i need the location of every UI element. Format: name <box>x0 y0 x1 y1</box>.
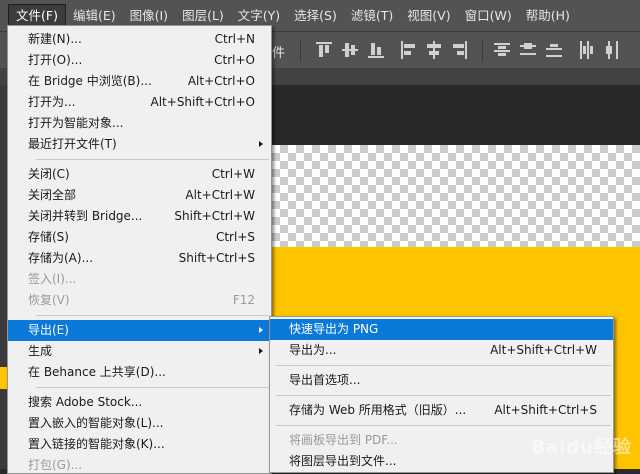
menu-file[interactable]: 文件(F) <box>8 3 66 28</box>
menu-divider <box>36 315 269 316</box>
menu-item-label: 打开(O)... <box>28 53 83 67</box>
menu-item-package: 打包(G)... <box>8 455 271 473</box>
menu-item-search-adobe-stock[interactable]: 搜索 Adobe Stock... <box>8 392 271 413</box>
menu-item-shortcut: Alt+Shift+Ctrl+O <box>150 95 255 109</box>
menu-item-label: 最近打开文件(T) <box>28 137 117 151</box>
distribute-vertical-centers-icon[interactable] <box>520 41 536 59</box>
menu-item-label: 存储为 Web 所用格式（旧版）... <box>289 403 467 417</box>
menu-item-label: 打开为... <box>28 95 76 109</box>
menu-edit[interactable]: 编辑(E) <box>66 5 123 27</box>
distribute-bottom-icon[interactable] <box>546 41 562 59</box>
menu-item-open-as-smart-object[interactable]: 打开为智能对象... <box>8 113 271 134</box>
menu-item-shortcut: Ctrl+N <box>214 32 255 46</box>
options-separator <box>300 40 301 62</box>
menu-item-label: 在 Behance 上共享(D)... <box>28 365 166 379</box>
menu-item-recent-files[interactable]: 最近打开文件(T) <box>8 134 271 155</box>
align-left-edges-icon[interactable] <box>400 41 416 59</box>
menu-item-label: 存储为(A)... <box>28 251 94 265</box>
menu-window[interactable]: 窗口(W) <box>458 5 519 27</box>
menu-item-label: 打开为智能对象... <box>28 116 124 130</box>
menu-item-label: 置入链接的智能对象(K)... <box>28 437 165 451</box>
options-bar-label: 件 <box>272 46 286 61</box>
menu-divider <box>276 425 611 426</box>
watermark: Baidu经验 <box>531 437 632 458</box>
submenu-arrow-icon <box>259 327 263 333</box>
menu-item-label: 导出首选项... <box>289 373 361 387</box>
menu-item-label: 将画板导出到 PDF... <box>289 433 398 447</box>
menu-item-export-as[interactable]: 导出为... Alt+Shift+Ctrl+W <box>270 340 613 361</box>
menu-image[interactable]: 图像(I) <box>123 5 175 27</box>
menu-item-export[interactable]: 导出(E) <box>8 320 271 341</box>
menu-item-shortcut: F12 <box>232 293 255 307</box>
menu-item-label: 关闭并转到 Bridge... <box>28 209 143 223</box>
distribute-horizontal-centers-icon[interactable] <box>604 41 620 59</box>
menu-item-label: 打包(G)... <box>28 458 83 472</box>
menu-item-close-all[interactable]: 关闭全部 Alt+Ctrl+W <box>8 185 271 206</box>
menu-item-open[interactable]: 打开(O)... Ctrl+O <box>8 50 271 71</box>
menu-filter[interactable]: 滤镜(T) <box>344 5 400 27</box>
submenu-arrow-icon <box>259 348 263 354</box>
menu-item-label: 生成 <box>28 344 53 358</box>
menu-item-new[interactable]: 新建(N)... Ctrl+N <box>8 29 271 50</box>
menu-item-quick-export-png[interactable]: 快速导出为 PNG <box>270 319 613 340</box>
menu-item-close-and-go-to-bridge[interactable]: 关闭并转到 Bridge... Shift+Ctrl+W <box>8 206 271 227</box>
menu-item-shortcut: Ctrl+W <box>211 167 255 181</box>
menu-item-label: 在 Bridge 中浏览(B)... <box>28 74 152 88</box>
menu-item-browse-in-bridge[interactable]: 在 Bridge 中浏览(B)... Alt+Ctrl+O <box>8 71 271 92</box>
menu-item-shortcut: Alt+Shift+Ctrl+S <box>494 403 597 417</box>
menu-item-place-embedded[interactable]: 置入嵌入的智能对象(L)... <box>8 413 271 434</box>
menu-item-label: 关闭全部 <box>28 188 77 202</box>
menu-item-label: 快速导出为 PNG <box>289 322 379 336</box>
menu-divider <box>276 395 611 396</box>
menu-item-shortcut: Alt+Ctrl+O <box>187 74 255 88</box>
options-separator <box>482 40 483 62</box>
submenu-arrow-icon <box>259 141 263 147</box>
menu-item-revert: 恢复(V) F12 <box>8 290 271 311</box>
menu-item-label: 导出(E) <box>28 323 69 337</box>
menu-item-label: 恢复(V) <box>28 293 70 307</box>
menu-item-generate[interactable]: 生成 <box>8 341 271 362</box>
menu-item-shortcut: Alt+Ctrl+W <box>185 188 255 202</box>
menu-divider <box>276 365 611 366</box>
menu-item-shortcut: Ctrl+S <box>215 230 255 244</box>
menu-item-export-preferences[interactable]: 导出首选项... <box>270 370 613 391</box>
menu-item-label: 置入嵌入的智能对象(L)... <box>28 416 164 430</box>
file-menu: 新建(N)... Ctrl+N 打开(O)... Ctrl+O 在 Bridge… <box>7 25 272 474</box>
menu-item-label: 导出为... <box>289 343 337 357</box>
distribute-top-icon[interactable] <box>494 41 510 59</box>
align-horizontal-centers-icon[interactable] <box>426 41 442 59</box>
menu-item-label: 新建(N)... <box>28 32 82 46</box>
distribute-left-icon[interactable] <box>578 41 594 59</box>
menu-item-label: 关闭(C) <box>28 167 70 181</box>
align-vertical-centers-icon[interactable] <box>342 41 358 59</box>
align-right-edges-icon[interactable] <box>452 41 468 59</box>
menu-item-check-in: 签入(I)... <box>8 269 271 290</box>
menu-divider <box>36 159 269 160</box>
menu-view[interactable]: 视图(V) <box>400 5 457 27</box>
menu-item-open-as[interactable]: 打开为... Alt+Shift+Ctrl+O <box>8 92 271 113</box>
menu-item-place-linked[interactable]: 置入链接的智能对象(K)... <box>8 434 271 455</box>
menu-item-shortcut: Shift+Ctrl+S <box>178 251 255 265</box>
menu-item-share-on-behance[interactable]: 在 Behance 上共享(D)... <box>8 362 271 383</box>
menu-layer[interactable]: 图层(L) <box>175 5 231 27</box>
menu-item-save-as[interactable]: 存储为(A)... Shift+Ctrl+S <box>8 248 271 269</box>
menu-item-save-for-web[interactable]: 存储为 Web 所用格式（旧版）... Alt+Shift+Ctrl+S <box>270 400 613 421</box>
transparent-canvas-area <box>272 145 640 247</box>
align-bottom-edges-icon[interactable] <box>368 41 384 59</box>
menu-help[interactable]: 帮助(H) <box>519 5 577 27</box>
align-top-edges-icon[interactable] <box>316 41 332 59</box>
menu-type[interactable]: 文字(Y) <box>231 5 287 27</box>
menu-item-label: 搜索 Adobe Stock... <box>28 395 143 409</box>
menu-item-close[interactable]: 关闭(C) Ctrl+W <box>8 164 271 185</box>
menu-divider <box>36 387 269 388</box>
menu-item-shortcut: Shift+Ctrl+W <box>174 209 255 223</box>
menu-select[interactable]: 选择(S) <box>287 5 344 27</box>
menu-item-save[interactable]: 存储(S) Ctrl+S <box>8 227 271 248</box>
menu-item-label: 签入(I)... <box>28 272 77 286</box>
menu-item-shortcut: Alt+Shift+Ctrl+W <box>490 343 597 357</box>
menu-item-shortcut: Ctrl+O <box>214 53 255 67</box>
menu-item-label: 存储(S) <box>28 230 69 244</box>
